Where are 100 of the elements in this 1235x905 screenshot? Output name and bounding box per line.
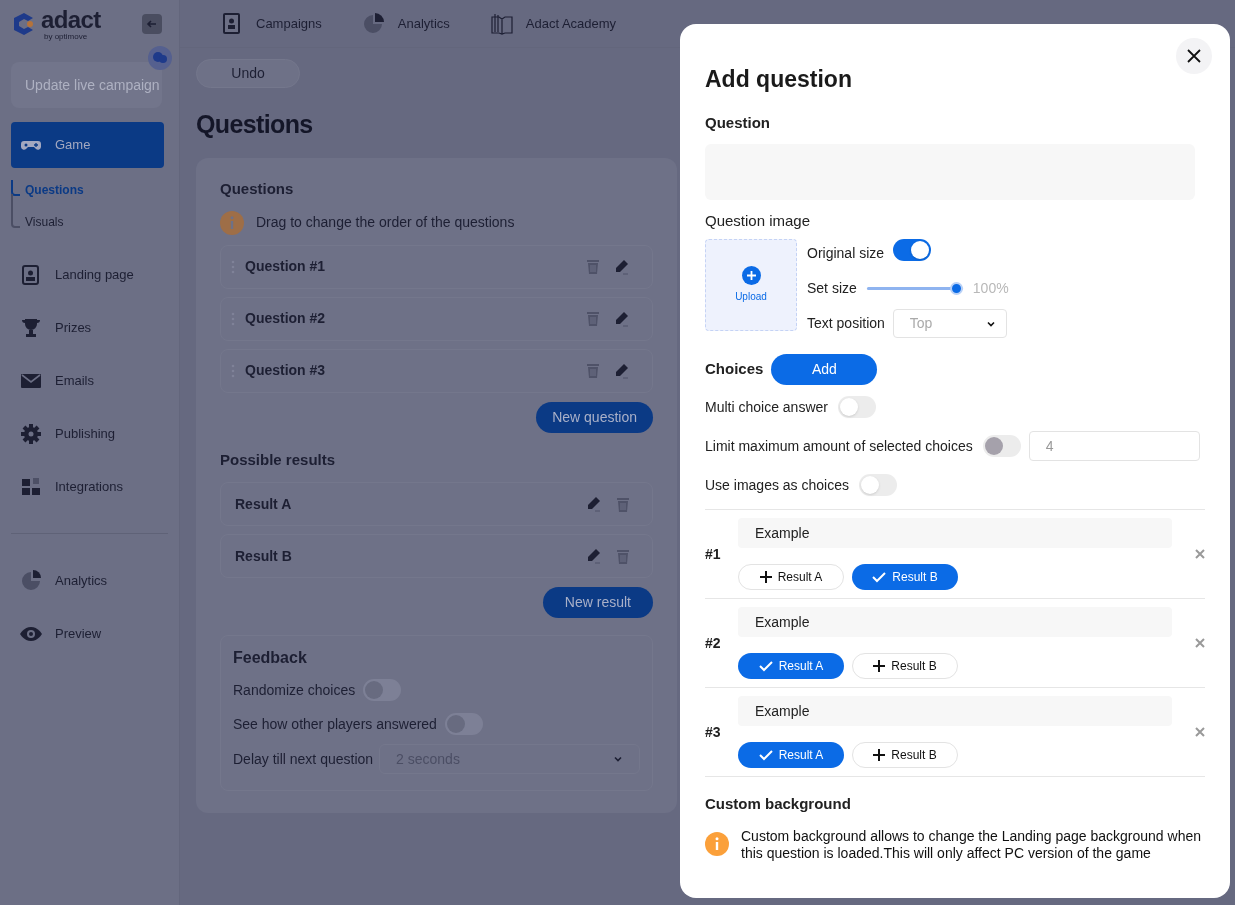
result-row[interactable]: Result A — [220, 482, 653, 526]
collapse-button[interactable] — [142, 14, 162, 34]
top-nav-link[interactable]: Analytics — [361, 11, 450, 36]
toggle-label: Randomize choices — [233, 680, 356, 700]
choice-text-field[interactable]: Example — [738, 696, 1172, 726]
trash-icon[interactable] — [586, 311, 600, 326]
top-nav-link[interactable]: Adact Academy — [489, 11, 617, 36]
field-label: Text position — [807, 314, 885, 333]
toggle-switch[interactable] — [837, 396, 876, 418]
choice-number: #1 — [705, 544, 722, 564]
info-icon — [220, 210, 244, 235]
result-chip[interactable]: Result A — [738, 653, 844, 679]
new-result-button[interactable]: New result — [542, 587, 653, 618]
result-title: Result A — [235, 494, 293, 514]
page-title: Questions — [196, 109, 313, 140]
sidebar-item[interactable]: Game — [11, 122, 164, 168]
result-chip[interactable]: Result A — [738, 742, 844, 768]
tree-line-icon — [11, 180, 21, 228]
choice-number: #2 — [705, 633, 722, 653]
trash-icon[interactable] — [616, 496, 630, 512]
check-icon — [758, 749, 773, 761]
close-button[interactable] — [1176, 38, 1212, 74]
new-question-button[interactable]: New question — [536, 401, 653, 433]
sidebar-subitem[interactable]: Visuals — [25, 206, 168, 238]
toggle-label: Limit maximum amount of selected choices — [705, 436, 973, 456]
field-label: Delay till next question — [233, 749, 374, 769]
choice-text-field[interactable]: Example — [738, 607, 1172, 637]
pencil-icon[interactable] — [614, 258, 630, 275]
sidebar-item[interactable]: Landing page — [11, 248, 164, 301]
info-icon — [705, 831, 729, 856]
chevron-down-icon — [613, 754, 623, 764]
slider-thumb[interactable] — [949, 282, 963, 295]
plus-icon — [873, 660, 886, 672]
toggle-label: See how other players answered — [233, 714, 437, 734]
result-title: Result B — [235, 546, 293, 566]
result-chip[interactable]: Result B — [852, 564, 958, 590]
logo-text: adact — [41, 7, 101, 32]
check-icon — [758, 660, 773, 672]
dialog-title: Add question — [705, 65, 852, 93]
close-icon[interactable] — [1195, 727, 1205, 737]
hint-text: Drag to change the order of the questions — [256, 213, 515, 232]
close-icon — [1186, 48, 1202, 64]
upload-label: Upload — [735, 290, 767, 304]
pie-chart-icon — [361, 11, 386, 36]
result-chip[interactable]: Result A — [738, 564, 844, 590]
question-title: Question #3 — [245, 361, 327, 380]
field-label: Original size — [807, 244, 885, 263]
result-chip[interactable]: Result B — [852, 653, 958, 679]
section-title: Feedback — [233, 648, 308, 668]
trash-icon[interactable] — [586, 259, 600, 274]
trash-icon[interactable] — [586, 363, 600, 378]
question-title: Question #1 — [245, 257, 327, 276]
plus-icon — [741, 266, 761, 285]
section-title: Questions — [220, 179, 295, 199]
sidebar-item[interactable]: Integrations — [11, 460, 164, 513]
toggle-switch[interactable] — [858, 474, 897, 496]
gear-icon — [19, 421, 43, 446]
field-label: Question — [705, 113, 771, 133]
close-icon[interactable] — [1195, 549, 1205, 559]
pencil-icon[interactable] — [614, 310, 630, 327]
question-row[interactable]: Question #1 — [220, 244, 653, 289]
size-slider[interactable] — [866, 281, 963, 296]
section-title: Custom background — [705, 794, 852, 814]
question-row[interactable]: Question #2 — [220, 296, 653, 341]
sidebar-item[interactable]: Preview — [11, 607, 164, 660]
plus-icon — [759, 571, 772, 583]
section-title: Choices — [705, 359, 764, 380]
sidebar-item[interactable]: Analytics — [11, 554, 164, 607]
question-title: Question #2 — [245, 309, 327, 328]
question-row[interactable]: Question #3 — [220, 348, 653, 393]
pencil-icon[interactable] — [586, 496, 602, 512]
sidebar-subitem[interactable]: Questions — [25, 174, 168, 206]
section-title: Possible results — [220, 449, 337, 470]
slider-reading: 100% — [972, 279, 1009, 298]
sidebar-item[interactable]: Emails — [11, 354, 164, 407]
toggle-label: Multi choice answer — [705, 397, 828, 417]
close-icon[interactable] — [1195, 638, 1205, 648]
result-chip[interactable]: Result B — [852, 742, 958, 768]
logo-subtitle: by optimove — [44, 32, 89, 41]
undo-button[interactable]: Undo — [196, 59, 300, 88]
toggle-switch[interactable] — [893, 239, 932, 261]
result-row[interactable]: Result B — [220, 534, 653, 578]
choice-number: #3 — [705, 722, 722, 742]
add-button[interactable]: Add — [771, 354, 878, 385]
top-nav-link[interactable]: Campaigns — [220, 11, 322, 36]
arrow-left-icon — [146, 18, 158, 30]
sidebar-item[interactable]: Prizes — [11, 301, 164, 354]
pencil-icon[interactable] — [586, 548, 602, 564]
upload-area[interactable]: Upload — [705, 239, 797, 331]
text-position-select[interactable]: Top — [892, 309, 1007, 338]
book-icon — [489, 11, 514, 36]
choice-text-field[interactable]: Example — [738, 518, 1172, 548]
sidebar-item[interactable]: Publishing — [11, 407, 164, 460]
field-label: Set size — [807, 279, 857, 298]
trash-icon[interactable] — [616, 548, 630, 564]
plus-icon — [873, 749, 886, 761]
field-label: Question image — [705, 210, 812, 231]
toggle-label: Use images as choices — [705, 475, 849, 495]
pencil-icon[interactable] — [614, 362, 630, 379]
check-icon — [872, 571, 887, 583]
